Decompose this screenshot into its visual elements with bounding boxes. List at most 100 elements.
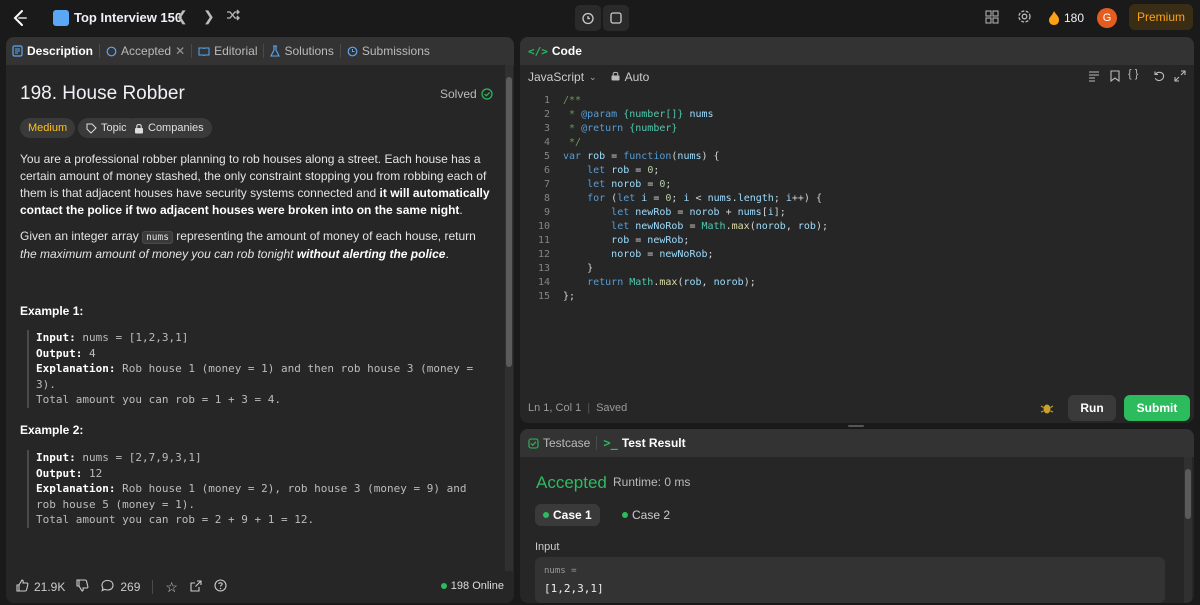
test-scrollbar[interactable] <box>1184 457 1192 603</box>
star-icon[interactable]: ☆ <box>165 579 178 596</box>
description-tabbar: Description Accepted ✕ Editorial Solutio… <box>6 37 514 65</box>
runtime-label: Runtime: 0 ms <box>613 475 691 489</box>
notes-button[interactable] <box>603 5 629 31</box>
line-number: 2 <box>543 109 550 120</box>
tab-editorial[interactable]: Editorial <box>192 37 263 65</box>
leetcode-logo-icon[interactable] <box>10 8 30 28</box>
debug-bug-icon[interactable] <box>1040 401 1054 420</box>
output-label: Output: <box>36 466 83 480</box>
code-panel: </> Code JavaScript ⌄ Auto { } 1/** 2 * … <box>520 37 1194 423</box>
lock-icon <box>135 123 143 133</box>
fire-icon[interactable] <box>1047 10 1061 31</box>
companies-chip[interactable]: Companies <box>126 118 212 138</box>
code-line: 15}; <box>520 291 1194 305</box>
line-number: 4 <box>543 137 550 148</box>
tab-test-result-label: Test Result <box>621 436 686 450</box>
scrollbar-thumb[interactable] <box>1185 469 1191 519</box>
thumbs-up-icon[interactable] <box>16 579 29 595</box>
run-button[interactable]: Run <box>1068 395 1116 421</box>
cursor-position: Ln 1, Col 1 <box>528 402 582 414</box>
panel-resize-handle[interactable] <box>848 425 864 427</box>
problem-list-title[interactable]: Top Interview 150 <box>74 10 182 25</box>
case-pass-dot-icon <box>622 512 628 518</box>
streak-counter[interactable]: 180 <box>1064 11 1084 25</box>
chevron-left-icon[interactable]: ❮ <box>176 8 188 25</box>
likes-count[interactable]: 21.9K <box>34 580 65 594</box>
code-icon: </> <box>528 44 548 58</box>
comment-icon[interactable] <box>101 579 114 595</box>
tab-accepted[interactable]: Accepted ✕ <box>100 37 191 65</box>
premium-button[interactable]: Premium <box>1129 4 1193 30</box>
history-icon <box>347 46 358 56</box>
avatar[interactable]: G <box>1097 8 1117 28</box>
help-icon[interactable] <box>214 579 227 595</box>
flask-icon <box>270 45 281 57</box>
check-circle-icon <box>481 88 493 100</box>
paragraph-emphasis: without alerting the police <box>296 247 446 261</box>
auto-mode-label[interactable]: Auto <box>625 70 650 84</box>
case-tab-2[interactable]: Case 2 <box>614 504 678 526</box>
line-number: 11 <box>537 235 550 246</box>
code-line: 9 let newRob = norob + nums[i]; <box>520 207 1194 221</box>
tab-description[interactable]: Description <box>6 37 99 65</box>
tab-test-result[interactable]: >_ Test Result <box>597 429 691 457</box>
line-number: 10 <box>537 221 550 232</box>
difficulty-badge: Medium <box>20 118 76 138</box>
online-count: 198 Online <box>440 580 504 592</box>
book-icon <box>198 47 210 56</box>
input-value: nums = [2,7,9,3,1] <box>75 451 202 464</box>
comments-count[interactable]: 269 <box>120 580 140 594</box>
footer-divider <box>152 580 154 594</box>
shuffle-icon[interactable] <box>226 8 240 25</box>
timer-button[interactable] <box>575 5 601 31</box>
line-number: 1 <box>543 95 550 106</box>
code-line: 5 var rob = function(nums) { <box>520 151 1194 165</box>
tab-testcase-label: Testcase <box>543 436 591 450</box>
code-line: 8 for (let i = 0; i < nums.length; i++) … <box>520 193 1194 207</box>
companies-label: Companies <box>148 122 204 134</box>
tab-accepted-label: Accepted <box>121 44 172 58</box>
format-icon[interactable] <box>1088 70 1100 85</box>
close-icon[interactable]: ✕ <box>175 44 185 58</box>
save-status: Saved <box>596 402 628 414</box>
paragraph-italic: the maximum amount of money you can rob … <box>20 247 297 261</box>
top-navigation-bar: Top Interview 150 ❮ ❯ 180 G Premium <box>0 0 1200 36</box>
tab-code[interactable]: </> Code <box>520 37 588 65</box>
tab-testcase[interactable]: Testcase <box>520 429 596 457</box>
code-line: 4 */ <box>520 137 1194 151</box>
code-line: 14 return Math.max(rob, norob); <box>520 277 1194 291</box>
gear-icon[interactable] <box>1017 9 1032 29</box>
language-select[interactable]: JavaScript <box>528 70 584 84</box>
line-number: 7 <box>543 179 550 190</box>
explanation-label: Explanation: <box>36 362 116 375</box>
paragraph-text: Given an integer array <box>20 229 143 243</box>
share-icon[interactable] <box>190 579 202 595</box>
description-scrollbar[interactable] <box>505 65 513 571</box>
terminal-icon: >_ <box>603 436 618 450</box>
output-value: 4 <box>82 346 96 360</box>
code-editor[interactable]: 1/** 2 * @param {number[]} nums 3 * @ret… <box>520 93 1194 343</box>
line-number: 5 <box>543 151 550 162</box>
chevron-right-icon[interactable]: ❯ <box>203 8 215 25</box>
expand-icon[interactable] <box>1174 70 1186 85</box>
document-icon <box>12 45 23 57</box>
code-line: 2 * @param {number[]} nums <box>520 109 1194 123</box>
code-line: 3 * @return {number} <box>520 123 1194 137</box>
scrollbar-thumb[interactable] <box>506 77 512 367</box>
tab-solutions[interactable]: Solutions <box>264 37 339 65</box>
braces-icon[interactable]: { } <box>1128 68 1138 80</box>
grid-layout-icon[interactable] <box>985 10 999 29</box>
case-tab-1[interactable]: Case 1 <box>535 504 600 526</box>
chevron-down-icon[interactable]: ⌄ <box>589 72 597 83</box>
submit-button[interactable]: Submit <box>1124 395 1190 421</box>
code-tabbar: </> Code <box>520 37 1194 65</box>
code-line: 1/** <box>520 95 1194 109</box>
reset-icon[interactable] <box>1153 70 1165 85</box>
line-number: 8 <box>543 193 550 204</box>
history-icon <box>106 46 117 56</box>
line-number: 14 <box>537 277 550 288</box>
code-line: 10 let newNoRob = Math.max(norob, rob); <box>520 221 1194 235</box>
tab-submissions[interactable]: Submissions <box>341 37 436 65</box>
thumbs-down-icon[interactable] <box>76 579 89 595</box>
bookmark-icon[interactable] <box>1110 70 1120 85</box>
